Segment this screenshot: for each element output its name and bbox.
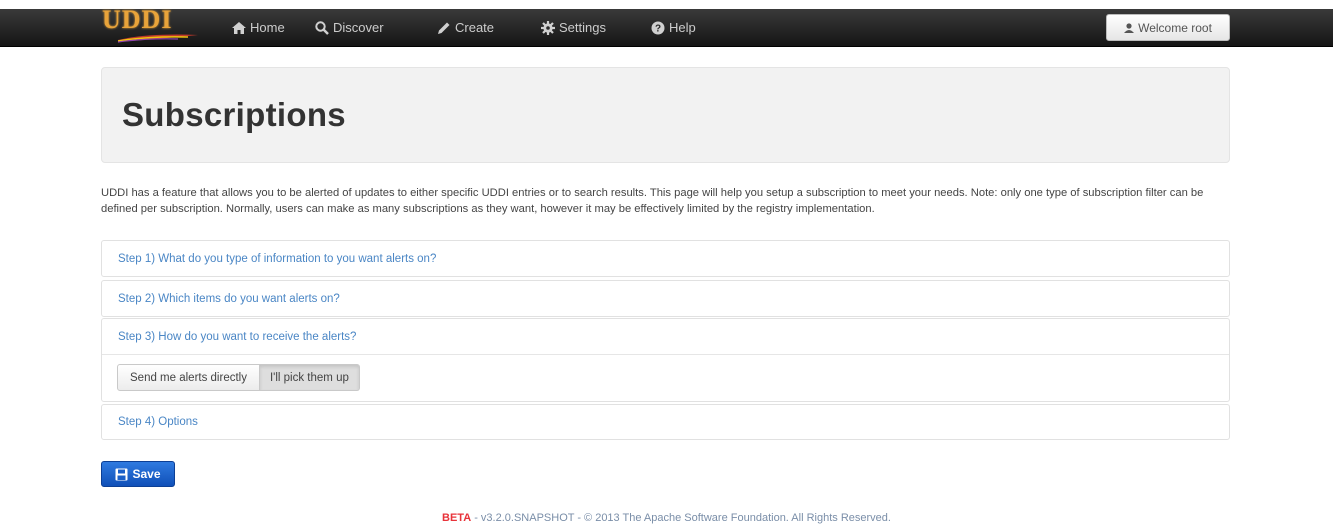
step-3-link[interactable]: Step 3) How do you want to receive the a… (118, 331, 356, 343)
page-header: Subscriptions (101, 67, 1230, 163)
feather-icon (118, 34, 198, 43)
nav-home[interactable]: Home (232, 9, 285, 46)
user-icon (1124, 22, 1135, 33)
nav-discover[interactable]: Discover (315, 9, 384, 46)
nav-settings-label: Settings (559, 20, 606, 35)
step-4-panel: Step 4) Options (101, 404, 1230, 440)
uddi-logo[interactable]: UDDI (100, 5, 200, 46)
step-1-link[interactable]: Step 1) What do you type of information … (118, 253, 436, 265)
delivery-toggle-group: Send me alerts directly I'll pick them u… (117, 364, 360, 391)
search-icon (315, 20, 329, 35)
floppy-disk-icon (115, 468, 128, 480)
welcome-label: Welcome root (1138, 20, 1212, 35)
footer-text: - v3.2.0.SNAPSHOT - © 2013 The Apache So… (471, 512, 891, 524)
nav-discover-label: Discover (333, 20, 384, 35)
send-alerts-directly-button[interactable]: Send me alerts directly (117, 364, 260, 391)
gear-icon (541, 20, 555, 35)
page-description: UDDI has a feature that allows you to be… (101, 187, 1204, 215)
beta-badge: BETA (442, 512, 472, 524)
question-circle-icon: ? (651, 21, 665, 34)
pencil-icon (438, 22, 450, 34)
nav-home-label: Home (250, 20, 285, 35)
user-menu-button[interactable]: Welcome root (1106, 14, 1230, 41)
step-2-link[interactable]: Step 2) Which items do you want alerts o… (118, 293, 340, 305)
navbar: UDDI Home Discover Create Settings ? Hel… (0, 5, 1333, 47)
step-4-link[interactable]: Step 4) Options (118, 416, 198, 428)
nav-settings[interactable]: Settings (541, 9, 606, 46)
nav-help-label: Help (669, 20, 696, 35)
nav-create-label: Create (455, 20, 495, 35)
nav-help[interactable]: ? Help (651, 9, 696, 46)
pick-them-up-button[interactable]: I'll pick them up (259, 364, 360, 391)
svg-text:?: ? (655, 23, 661, 34)
step-2-panel: Step 2) Which items do you want alerts o… (101, 280, 1230, 317)
save-label: Save (132, 467, 161, 481)
save-button[interactable]: Save (101, 461, 175, 487)
home-icon (232, 21, 246, 34)
nav-create[interactable]: Create (437, 9, 494, 46)
footer: BETA - v3.2.0.SNAPSHOT - © 2013 The Apac… (0, 512, 1333, 524)
panel-divider (102, 354, 1229, 355)
page-title: Subscriptions (122, 96, 346, 133)
step-1-panel: Step 1) What do you type of information … (101, 240, 1230, 277)
